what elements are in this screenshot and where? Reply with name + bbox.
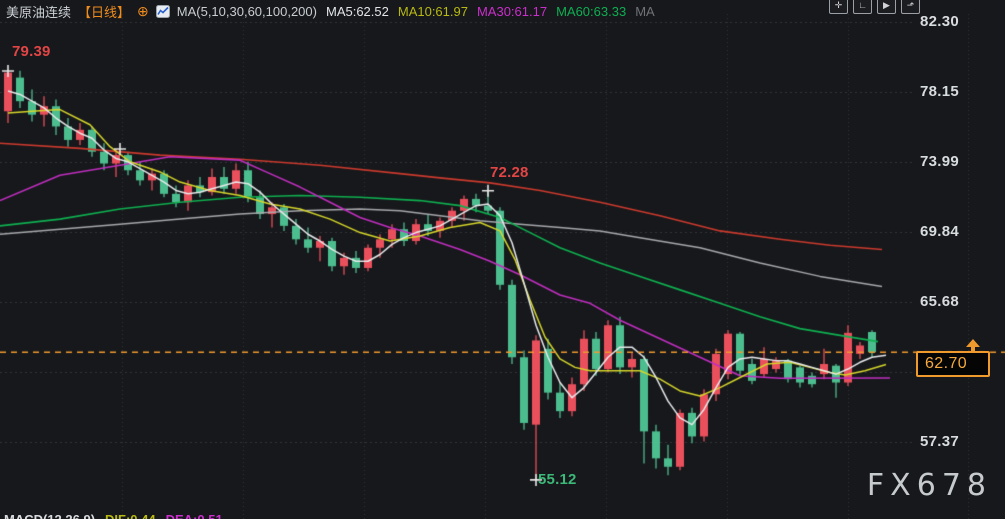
legend-item: MA [635, 4, 655, 19]
legend-item: MA10:61.97 [398, 4, 468, 19]
play-icon[interactable]: ▶ [877, 0, 896, 14]
current-price-value: 62.70 [925, 355, 967, 373]
price-up-arrow-stem [971, 346, 975, 352]
corner-icon[interactable]: ∟ [853, 0, 872, 14]
bottom-indicator-segment: DEA:0.51 [166, 512, 223, 519]
bottom-indicator-row: MACD(12,26,9) DIF:0.44 DEA:0.51 [4, 512, 223, 519]
legend-item: MA60:63.33 [556, 4, 626, 19]
watermark: FX678 [867, 468, 992, 503]
export-icon[interactable]: ⬏ [901, 0, 920, 14]
chart-header: 美原油连续【日线】 ⊕ MA(5,10,30,60,100,200) MA5:62… [6, 2, 655, 21]
current-price-tag: 62.70 [916, 351, 990, 377]
legend-item: MA30:61.17 [477, 4, 547, 19]
chart-toolbar: ✛ ∟ ▶ ⬏ [829, 0, 920, 14]
legend-item: MA5:62.52 [326, 4, 389, 19]
bottom-indicator-segment: MACD(12,26,9) [4, 512, 95, 519]
add-indicator-icon[interactable]: ⊕ [137, 5, 149, 18]
symbol-name: 美原油连续 [6, 2, 71, 21]
pan-icon[interactable]: ✛ [829, 0, 848, 14]
period-label: 【日线】 [78, 2, 130, 21]
chart-window: 美原油连续【日线】 ⊕ MA(5,10,30,60,100,200) MA5:62… [0, 0, 1005, 519]
candlestick-chart[interactable] [0, 0, 1005, 519]
legend-item: MA(5,10,30,60,100,200) [177, 4, 317, 19]
bottom-indicator-segment: DIF:0.44 [105, 512, 156, 519]
mini-chart-icon[interactable] [156, 5, 170, 18]
indicator-legend: MA(5,10,30,60,100,200) MA5:62.52 MA10:61.9… [177, 4, 655, 19]
